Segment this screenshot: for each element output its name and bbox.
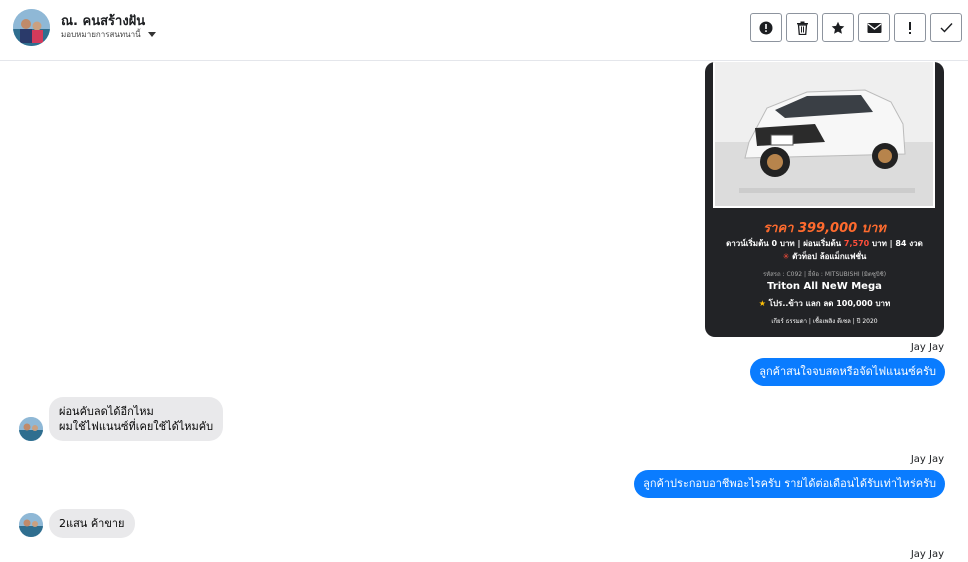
card-terms-amount: 7,570	[843, 239, 870, 248]
star-button[interactable]	[822, 13, 854, 42]
check-icon	[940, 23, 953, 33]
card-promo: ★ โปร..ข้าว แลก ลด 100,000 บาท	[705, 297, 944, 310]
incoming-message[interactable]: ผ่อนคับลดได้อีกไหม ผมใช้ไฟแนนซ์ที่เคยใช้…	[49, 397, 224, 441]
sender-name: Jay Jay	[910, 342, 944, 353]
sender-name: Jay Jay	[910, 549, 944, 560]
contact-avatar-small	[19, 417, 43, 441]
outgoing-message[interactable]: ลูกค้าประกอบอาชีพอะไรครับ รายได้ต่อเดือน…	[634, 470, 945, 498]
card-feature: ✳ ตัวท็อป ล้อแม็กแฟชั่น	[705, 250, 944, 263]
assign-conversation-dropdown[interactable]: มอบหมายการสนทนานี้	[61, 28, 156, 41]
incoming-message[interactable]: 2แสน ค้าขาย	[49, 509, 135, 538]
outgoing-message[interactable]: ลูกค้าสนใจจบสดหรือจัดไฟแนนซ์ครับ	[750, 358, 945, 386]
card-meta: รหัสรถ : C092 | ยี่ห้อ : MITSUBISHI (มิต…	[762, 271, 887, 278]
incoming-message-line: ผมใช้ไฟแนนซ์ที่เคยใช้ได้ไหมคับ	[59, 420, 214, 433]
conversation-actions	[750, 13, 962, 42]
card-promo-text: โปร..ข้าว แลก ลด 100,000 บาท	[768, 299, 891, 308]
contact-avatar-small	[19, 513, 43, 537]
card-feature-text: ตัวท็อป ล้อแม็กแฟชั่น	[789, 252, 867, 261]
mark-unread-button[interactable]	[858, 13, 890, 42]
assign-label: มอบหมายการสนทนานี้	[61, 30, 141, 39]
follow-up-button[interactable]	[894, 13, 926, 42]
delete-button[interactable]	[786, 13, 818, 42]
car-photo	[713, 62, 935, 208]
card-price: ราคา 399,000 บาท	[763, 221, 886, 236]
mark-spam-button[interactable]	[750, 13, 782, 42]
card-specs: เกียร์ ธรรมดา | เชื้อเพลิง ดีเซล | ปี 20…	[771, 318, 878, 325]
conversation-header: ณ. คนสร้างฝัน มอบหมายการสนทนานี้	[0, 0, 968, 61]
card-terms-suffix: บาท | 84 งวด	[869, 239, 923, 248]
car-listing-card[interactable]: ราคา 399,000 บาท ดาวน์เริ่มต้น 0 บาท | ผ…	[705, 62, 944, 337]
card-terms: ดาวน์เริ่มต้น 0 บาท | ผ่อนเริ่มต้น 7,570…	[705, 237, 944, 250]
trash-icon	[796, 21, 808, 35]
card-model: Triton All NeW Mega	[767, 281, 882, 292]
caret-down-icon	[147, 32, 156, 37]
sender-name: Jay Jay	[910, 454, 944, 465]
incoming-message-line: ผ่อนคับลดได้อีกไหม	[59, 405, 154, 418]
star-icon	[831, 21, 845, 34]
mark-done-button[interactable]	[930, 13, 962, 42]
exclamation-icon	[909, 21, 911, 34]
star-icon: ★	[758, 299, 766, 308]
card-terms-prefix: ดาวน์เริ่มต้น 0 บาท | ผ่อนเริ่มต้น	[726, 239, 844, 248]
alert-circle-icon	[759, 21, 773, 34]
mail-icon	[867, 22, 881, 33]
message-thread[interactable]: ราคา 399,000 บาท ดาวน์เริ่มต้น 0 บาท | ผ…	[0, 62, 968, 562]
contact-avatar[interactable]	[13, 9, 50, 46]
